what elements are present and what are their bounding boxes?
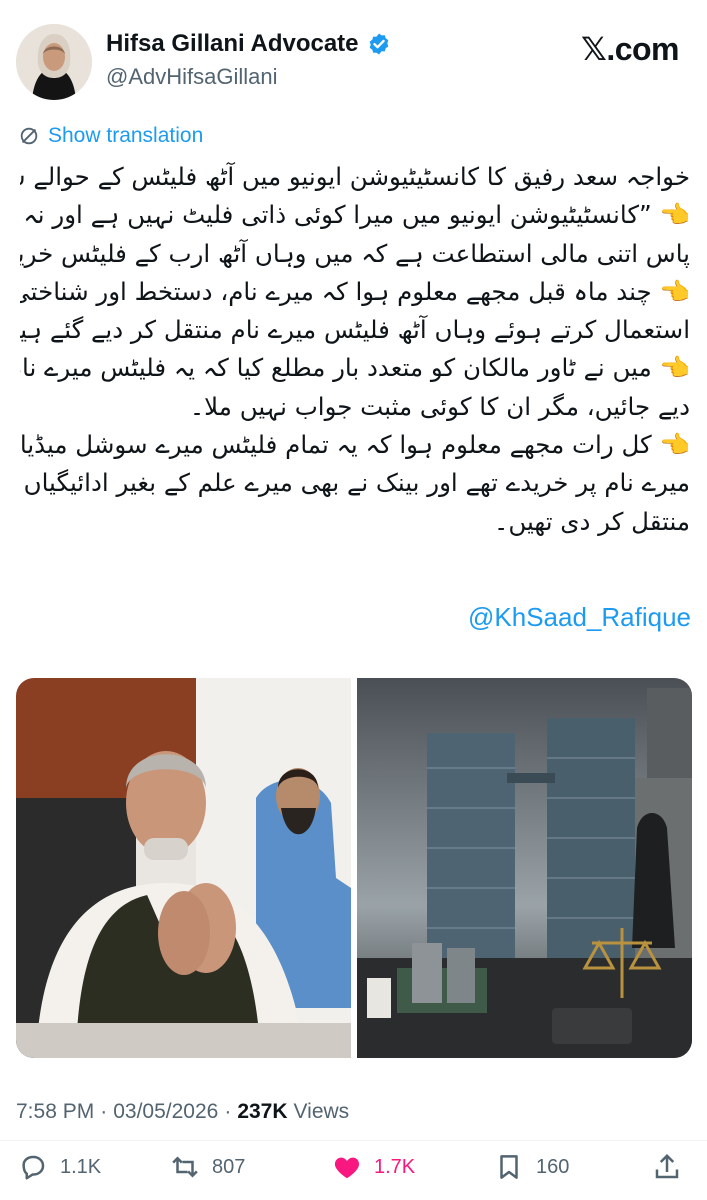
user-handle[interactable]: @AdvHifsaGillani: [106, 64, 278, 90]
tweet-line: میرے نام پر خریدے تھے اور بینک نے بھی می…: [23, 468, 690, 498]
views-count: 237K: [237, 1100, 288, 1123]
heart-icon: [334, 1157, 360, 1179]
tweet-line: استعمال کرتے ہوئے وہاں آٹھ فلیٹس میرے نا…: [20, 315, 690, 345]
reply-button[interactable]: 1.1K: [18, 1152, 101, 1182]
verified-badge-icon: [369, 33, 388, 55]
repost-icon: [172, 1156, 198, 1178]
tweet-time[interactable]: 7:58 PM: [16, 1100, 94, 1124]
meta-separator: ·: [224, 1100, 232, 1123]
tweet-header: Hifsa Gillani Advocate @AdvHifsaGillani …: [0, 0, 707, 110]
photo-man-speaking-image: [16, 678, 351, 1058]
tweet-line: پاس اتنی مالی استطاعت ہے کہ میں وہاں آٹھ…: [20, 238, 690, 268]
bookmark-count: 160: [536, 1155, 570, 1178]
reply-count: 1.1K: [60, 1155, 102, 1178]
action-bar: 1.1K 807 1.7K 160: [0, 1146, 707, 1194]
x-logo: 𝕏.com: [581, 31, 679, 67]
tweet-line: منتقل کر دی تھیں۔: [494, 506, 690, 536]
photo-towers-collage-image: [357, 678, 692, 1058]
translate-icon: [20, 127, 38, 145]
tweet-body: خواجہ سعد رفیق کا کانسٹیٹیوشن ایونیو میں…: [20, 158, 690, 573]
bookmark-icon: [500, 1155, 518, 1179]
photo-man-speaking[interactable]: [16, 678, 351, 1058]
mention-link[interactable]: @KhSaad_Rafique: [468, 602, 691, 633]
avatar[interactable]: [16, 24, 92, 100]
bookmark-button[interactable]: 160: [494, 1152, 569, 1182]
reply-icon: [22, 1155, 45, 1180]
tweet-line: دیے جائیں، مگر ان کا کوئی مثبت جواب نہیں…: [189, 391, 690, 421]
show-translation-label: Show translation: [48, 124, 204, 147]
share-icon: [655, 1153, 679, 1179]
repost-count: 807: [212, 1155, 246, 1178]
photo-towers-collage[interactable]: [357, 678, 692, 1058]
tweet-line: خواجہ سعد رفیق کا کانسٹیٹیوشن ایونیو میں…: [20, 162, 690, 191]
tweet-date[interactable]: 03/05/2026: [113, 1100, 218, 1124]
tweet-line: 👈 چند ماہ قبل مجھے معلوم ہوا کہ میرے نام…: [20, 276, 690, 306]
show-translation-link[interactable]: Show translation: [18, 124, 203, 148]
tweet-line: 👈 کل رات مجھے معلوم ہوا کہ یہ تمام فلیٹس…: [20, 430, 690, 460]
tweet-line: 👈 میں نے ٹاور مالکان کو متعدد بار مطلع ک…: [20, 353, 690, 383]
repost-button[interactable]: 807: [170, 1152, 245, 1182]
divider: [0, 1140, 707, 1141]
avatar-image: [16, 24, 92, 100]
display-name[interactable]: Hifsa Gillani Advocate: [106, 30, 359, 58]
like-count: 1.7K: [374, 1155, 416, 1178]
tweet-meta: 7:58 PM · 03/05/2026 · 237K Views: [16, 1100, 349, 1124]
meta-separator: ·: [100, 1100, 108, 1123]
views-label: Views: [293, 1100, 350, 1123]
like-button[interactable]: 1.7K: [332, 1152, 415, 1182]
tweet-line: 👈 ”کانسٹیٹیوشن ایونیو میں میرا کوئی ذاتی…: [20, 200, 690, 230]
share-button[interactable]: [652, 1152, 682, 1182]
name-row: Hifsa Gillani Advocate: [106, 30, 391, 58]
media-grid: [16, 678, 692, 1058]
